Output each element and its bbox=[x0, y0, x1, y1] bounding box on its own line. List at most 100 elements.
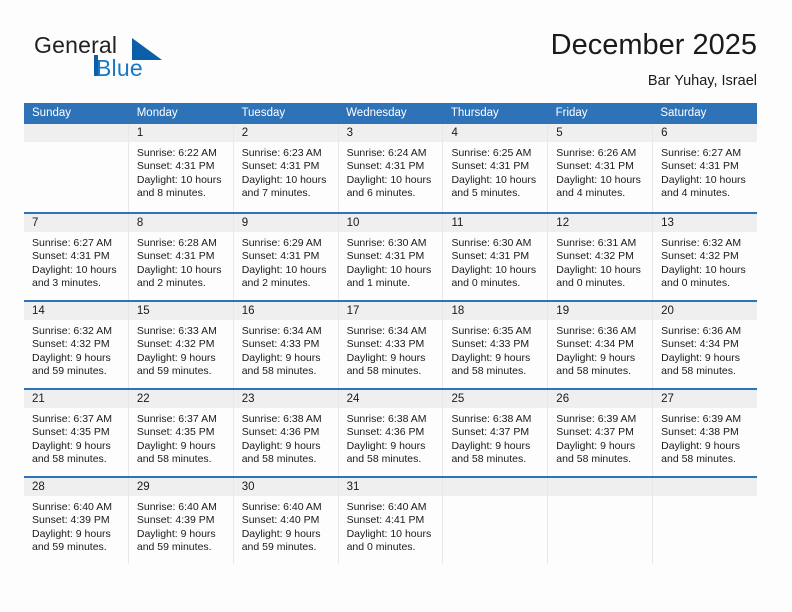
day-cell-2[interactable]: 2 Sunrise: 6:23 AM Sunset: 4:31 PM Daylight… bbox=[233, 124, 339, 212]
day-cell-12[interactable]: 12 Sunrise: 6:31 AM Sunset: 4:32 PM Dayligh… bbox=[548, 214, 654, 300]
day-number: 8 bbox=[128, 214, 233, 232]
sunset-time: Sunset: 4:34 PM bbox=[661, 338, 739, 351]
day-cell-26[interactable]: 26 Sunrise: 6:39 AM Sunset: 4:37 PM Dayligh… bbox=[548, 390, 654, 476]
day-cell-18[interactable]: 18 Sunrise: 6:35 AM Sunset: 4:33 PM Dayligh… bbox=[443, 302, 549, 388]
day-cell-25[interactable]: 25 Sunrise: 6:38 AM Sunset: 4:37 PM Dayligh… bbox=[443, 390, 549, 476]
daylight-duration-line1: Daylight: 9 hours bbox=[661, 351, 740, 364]
sunset-time: Sunset: 4:31 PM bbox=[136, 160, 215, 173]
daylight-duration-line1: Daylight: 9 hours bbox=[136, 439, 216, 452]
day-cell-9[interactable]: 9 Sunrise: 6:29 AM Sunset: 4:31 PM Daylight… bbox=[233, 214, 339, 300]
day-number: 1 bbox=[128, 124, 233, 142]
weekday-header-saturday: Saturday bbox=[660, 107, 707, 119]
sunrise-time: Sunrise: 6:40 AM bbox=[136, 501, 217, 513]
sunset-time: Sunset: 4:37 PM bbox=[451, 426, 530, 439]
day-cell-28[interactable]: 28 Sunrise: 6:40 AM Sunset: 4:39 PM Dayligh… bbox=[24, 478, 129, 564]
day-cell-3[interactable]: 3 Sunrise: 6:24 AM Sunset: 4:31 PM Daylight… bbox=[338, 124, 444, 212]
sunset-time: Sunset: 4:40 PM bbox=[241, 514, 320, 527]
day-number: 7 bbox=[24, 214, 128, 232]
day-details: Sunrise: 6:35 AM Sunset: 4:33 PM Daylight:… bbox=[443, 320, 547, 378]
day-cell-31[interactable]: 31 Sunrise: 6:40 AM Sunset: 4:41 PM Dayligh… bbox=[338, 478, 444, 564]
day-cell-19[interactable]: 19 Sunrise: 6:36 AM Sunset: 4:34 PM Dayligh… bbox=[548, 302, 654, 388]
sunset-time: Sunset: 4:31 PM bbox=[136, 250, 215, 263]
day-cell-6[interactable]: 6 Sunrise: 6:27 AM Sunset: 4:31 PM Daylight… bbox=[653, 124, 758, 212]
day-cell-1[interactable]: 1 Sunrise: 6:22 AM Sunset: 4:31 PM Daylight… bbox=[128, 124, 234, 212]
daylight-duration-line2: and 58 minutes. bbox=[556, 364, 632, 377]
day-details: Sunrise: 6:25 AM Sunset: 4:31 PM Daylight:… bbox=[443, 142, 547, 200]
day-number: 29 bbox=[128, 478, 233, 496]
weekday-header-friday: Friday bbox=[555, 107, 588, 119]
day-details bbox=[653, 496, 757, 501]
day-cell-20[interactable]: 20 Sunrise: 6:36 AM Sunset: 4:34 PM Dayligh… bbox=[653, 302, 758, 388]
day-cell-8[interactable]: 8 Sunrise: 6:28 AM Sunset: 4:31 PM Daylight… bbox=[128, 214, 234, 300]
page-title: December 2025 bbox=[550, 29, 757, 61]
day-cell-24[interactable]: 24 Sunrise: 6:38 AM Sunset: 4:36 PM Dayligh… bbox=[338, 390, 444, 476]
day-cell-10[interactable]: 10 Sunrise: 6:30 AM Sunset: 4:31 PM Dayligh… bbox=[338, 214, 444, 300]
day-number: 21 bbox=[24, 390, 128, 408]
day-details: Sunrise: 6:37 AM Sunset: 4:35 PM Daylight:… bbox=[129, 408, 233, 466]
day-details: Sunrise: 6:36 AM Sunset: 4:34 PM Daylight:… bbox=[653, 320, 757, 378]
sunset-time: Sunset: 4:32 PM bbox=[136, 338, 215, 351]
day-number: 27 bbox=[653, 390, 758, 408]
day-cell-22[interactable]: 22 Sunrise: 6:37 AM Sunset: 4:35 PM Dayligh… bbox=[128, 390, 234, 476]
day-number bbox=[24, 124, 128, 142]
daylight-duration-line1: Daylight: 9 hours bbox=[241, 351, 321, 364]
day-cell-4[interactable]: 4 Sunrise: 6:25 AM Sunset: 4:31 PM Daylight… bbox=[443, 124, 549, 212]
day-number: 12 bbox=[548, 214, 653, 232]
day-number: 13 bbox=[653, 214, 758, 232]
daylight-duration-line1: Daylight: 10 hours bbox=[346, 173, 432, 186]
day-cell-7[interactable]: 7 Sunrise: 6:27 AM Sunset: 4:31 PM Daylight… bbox=[24, 214, 129, 300]
daylight-duration-line1: Daylight: 9 hours bbox=[241, 527, 321, 540]
daylight-duration-line1: Daylight: 9 hours bbox=[346, 351, 426, 364]
daylight-duration-line1: Daylight: 9 hours bbox=[32, 439, 111, 452]
sunset-time: Sunset: 4:36 PM bbox=[346, 426, 425, 439]
day-cell-30[interactable]: 30 Sunrise: 6:40 AM Sunset: 4:40 PM Dayligh… bbox=[233, 478, 339, 564]
day-cell-15[interactable]: 15 Sunrise: 6:33 AM Sunset: 4:32 PM Dayligh… bbox=[128, 302, 234, 388]
daylight-duration-line2: and 2 minutes. bbox=[241, 276, 311, 289]
daylight-duration-line2: and 4 minutes. bbox=[661, 186, 731, 199]
weekday-header-monday: Monday bbox=[136, 107, 178, 119]
day-cell-14[interactable]: 14 Sunrise: 6:32 AM Sunset: 4:32 PM Dayligh… bbox=[24, 302, 129, 388]
sunrise-time: Sunrise: 6:26 AM bbox=[556, 147, 637, 159]
day-details: Sunrise: 6:28 AM Sunset: 4:31 PM Daylight:… bbox=[129, 232, 233, 290]
sunrise-time: Sunrise: 6:40 AM bbox=[241, 501, 322, 513]
daylight-duration-line2: and 59 minutes. bbox=[136, 540, 212, 553]
daylight-duration-line1: Daylight: 10 hours bbox=[136, 263, 222, 276]
day-number: 15 bbox=[128, 302, 233, 320]
daylight-duration-line2: and 0 minutes. bbox=[556, 276, 626, 289]
day-details: Sunrise: 6:31 AM Sunset: 4:32 PM Daylight:… bbox=[548, 232, 652, 290]
day-details bbox=[24, 142, 128, 147]
day-cell-16[interactable]: 16 Sunrise: 6:34 AM Sunset: 4:33 PM Dayligh… bbox=[233, 302, 339, 388]
day-number: 25 bbox=[443, 390, 548, 408]
daylight-duration-line2: and 6 minutes. bbox=[346, 186, 416, 199]
sunset-time: Sunset: 4:33 PM bbox=[451, 338, 530, 351]
day-cell-17[interactable]: 17 Sunrise: 6:34 AM Sunset: 4:33 PM Dayligh… bbox=[338, 302, 444, 388]
daylight-duration-line1: Daylight: 10 hours bbox=[451, 173, 537, 186]
sunrise-time: Sunrise: 6:40 AM bbox=[32, 501, 112, 513]
sunset-time: Sunset: 4:36 PM bbox=[241, 426, 320, 439]
daylight-duration-line2: and 58 minutes. bbox=[241, 452, 317, 465]
day-cell-5[interactable]: 5 Sunrise: 6:26 AM Sunset: 4:31 PM Daylight… bbox=[548, 124, 654, 212]
day-cell-23[interactable]: 23 Sunrise: 6:38 AM Sunset: 4:36 PM Dayligh… bbox=[233, 390, 339, 476]
daylight-duration-line1: Daylight: 9 hours bbox=[451, 351, 531, 364]
day-number: 19 bbox=[548, 302, 653, 320]
daylight-duration-line2: and 2 minutes. bbox=[136, 276, 206, 289]
day-details: Sunrise: 6:39 AM Sunset: 4:38 PM Daylight:… bbox=[653, 408, 757, 466]
day-number: 20 bbox=[653, 302, 758, 320]
daylight-duration-line1: Daylight: 10 hours bbox=[346, 527, 432, 540]
day-cell-21[interactable]: 21 Sunrise: 6:37 AM Sunset: 4:35 PM Dayligh… bbox=[24, 390, 129, 476]
day-cell-27[interactable]: 27 Sunrise: 6:39 AM Sunset: 4:38 PM Dayligh… bbox=[653, 390, 758, 476]
daylight-duration-line2: and 0 minutes. bbox=[661, 276, 731, 289]
day-number: 6 bbox=[653, 124, 758, 142]
day-details: Sunrise: 6:38 AM Sunset: 4:36 PM Daylight:… bbox=[339, 408, 443, 466]
sunset-time: Sunset: 4:31 PM bbox=[451, 250, 530, 263]
sunset-time: Sunset: 4:35 PM bbox=[32, 426, 110, 439]
daylight-duration-line2: and 59 minutes. bbox=[32, 540, 107, 553]
day-number: 9 bbox=[233, 214, 338, 232]
day-details: Sunrise: 6:36 AM Sunset: 4:34 PM Daylight:… bbox=[548, 320, 652, 378]
day-cell-29[interactable]: 29 Sunrise: 6:40 AM Sunset: 4:39 PM Dayligh… bbox=[128, 478, 234, 564]
day-cell-13[interactable]: 13 Sunrise: 6:32 AM Sunset: 4:32 PM Dayligh… bbox=[653, 214, 758, 300]
day-number bbox=[443, 478, 548, 496]
sunrise-time: Sunrise: 6:32 AM bbox=[661, 237, 742, 249]
day-cell-11[interactable]: 11 Sunrise: 6:30 AM Sunset: 4:31 PM Dayligh… bbox=[443, 214, 549, 300]
daylight-duration-line1: Daylight: 10 hours bbox=[556, 263, 641, 276]
